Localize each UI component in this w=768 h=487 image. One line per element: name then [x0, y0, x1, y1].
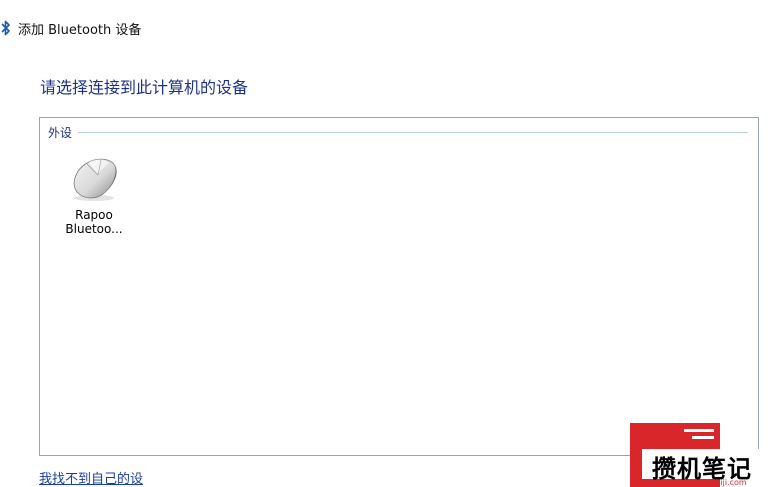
device-item-rapoo[interactable]: Rapoo Bluetoo... [54, 150, 134, 242]
device-list-panel: 外设 Rapoo Bluetoo... [39, 117, 759, 456]
mouse-icon [73, 158, 117, 201]
device-group-header: 外设 [48, 124, 748, 140]
cant-find-device-link[interactable]: 我找不到自己的设 [39, 468, 143, 487]
watermark-slot [692, 436, 714, 439]
group-divider [78, 132, 748, 133]
title-bar: 添加 Bluetooth 设备 [0, 14, 141, 42]
watermark-url: www.cuanjibiji.com [670, 478, 747, 487]
bluetooth-icon [1, 20, 10, 36]
device-name-line2: Bluetoo... [65, 222, 123, 236]
window-title: 添加 Bluetooth 设备 [18, 22, 142, 38]
device-name-line1: Rapoo [75, 208, 113, 222]
device-group-label: 外设 [48, 125, 73, 140]
watermark-logo: 攒机笔记 www.cuanjibiji.com [630, 423, 768, 487]
device-name: Rapoo Bluetoo... [54, 208, 134, 236]
watermark-slot [684, 429, 714, 432]
page-instruction: 请选择连接到此计算机的设备 [40, 78, 249, 97]
